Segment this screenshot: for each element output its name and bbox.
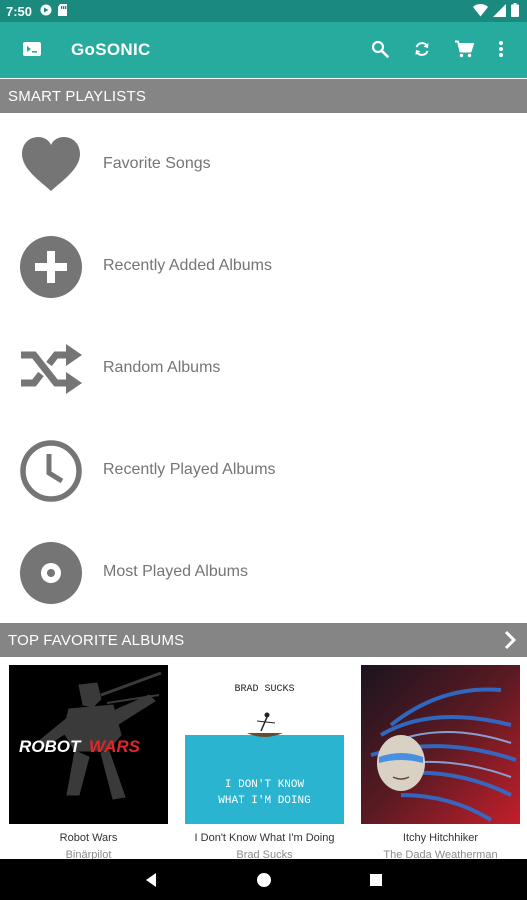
- status-bar: 7:50: [0, 0, 527, 22]
- playlist-label: Favorite Songs: [103, 155, 211, 172]
- home-icon[interactable]: [254, 870, 274, 890]
- smart-playlists-header: SMART PLAYLISTS: [0, 79, 527, 113]
- album-card-i-dont-know[interactable]: BRAD SUCKS I DON'T KNOW WHAT I'M DOING I…: [185, 665, 344, 861]
- album-cover-text: ROBOT: [19, 737, 82, 756]
- playlist-item-recently-added[interactable]: Recently Added Albums: [0, 215, 527, 317]
- playlist-label: Random Albums: [103, 359, 221, 376]
- app-title: GoSONIC: [71, 40, 151, 59]
- add-circle-icon: [18, 234, 84, 300]
- album-cover: [361, 665, 520, 824]
- album-cover: ROBOT WARS: [9, 665, 168, 824]
- cart-icon[interactable]: [451, 36, 477, 62]
- now-playing-icon[interactable]: [21, 38, 43, 60]
- album-title: I Don't Know What I'm Doing: [194, 832, 335, 844]
- album-title: Robot Wars: [59, 832, 118, 844]
- album-cover-text: I DON'T KNOW: [225, 779, 305, 791]
- playlist-item-recently-played[interactable]: Recently Played Albums: [0, 419, 527, 521]
- shuffle-icon: [18, 336, 84, 402]
- heart-icon: [18, 132, 84, 198]
- battery-icon: [511, 3, 519, 20]
- refresh-icon[interactable]: [409, 36, 435, 62]
- back-icon[interactable]: [141, 870, 161, 890]
- album-card-itchy-hitchhiker[interactable]: Itchy Hitchhiker The Dada Weatherman: [361, 665, 520, 861]
- album-cover: BRAD SUCKS I DON'T KNOW WHAT I'M DOING: [185, 665, 344, 824]
- album-title: Itchy Hitchhiker: [402, 832, 479, 844]
- playlist-label: Recently Played Albums: [103, 461, 276, 478]
- top-favorite-albums-title: TOP FAVORITE ALBUMS: [8, 632, 185, 649]
- album-cover-text: BRAD SUCKS: [234, 684, 294, 695]
- more-vert-icon[interactable]: [488, 36, 514, 62]
- clock-icon: [18, 438, 84, 504]
- signal-icon: [493, 3, 506, 20]
- playlist-item-random[interactable]: Random Albums: [0, 317, 527, 419]
- playlist-item-favorite-songs[interactable]: Favorite Songs: [0, 113, 527, 215]
- app-bar: GoSONIC: [0, 22, 527, 78]
- sd-card-icon: [57, 4, 68, 19]
- gosonic-notification-icon: [40, 4, 52, 19]
- album-cover-text: WARS: [89, 737, 141, 756]
- disc-icon: [18, 540, 84, 606]
- album-card-robot-wars[interactable]: ROBOT WARS Robot Wars Binärpilot: [9, 665, 168, 861]
- recents-icon[interactable]: [366, 870, 386, 890]
- chevron-right-icon[interactable]: [503, 629, 517, 655]
- wifi-icon: [473, 3, 488, 20]
- album-cover-text: WHAT I'M DOING: [218, 795, 310, 807]
- search-icon[interactable]: [367, 36, 393, 62]
- playlist-label: Most Played Albums: [103, 563, 248, 580]
- system-nav-bar: [0, 859, 527, 900]
- playlist-item-most-played[interactable]: Most Played Albums: [0, 521, 527, 623]
- playlist-label: Recently Added Albums: [103, 257, 272, 274]
- top-favorite-albums-header[interactable]: TOP FAVORITE ALBUMS: [0, 623, 527, 657]
- status-time: 7:50: [6, 4, 33, 19]
- smart-playlists-title: SMART PLAYLISTS: [8, 88, 147, 105]
